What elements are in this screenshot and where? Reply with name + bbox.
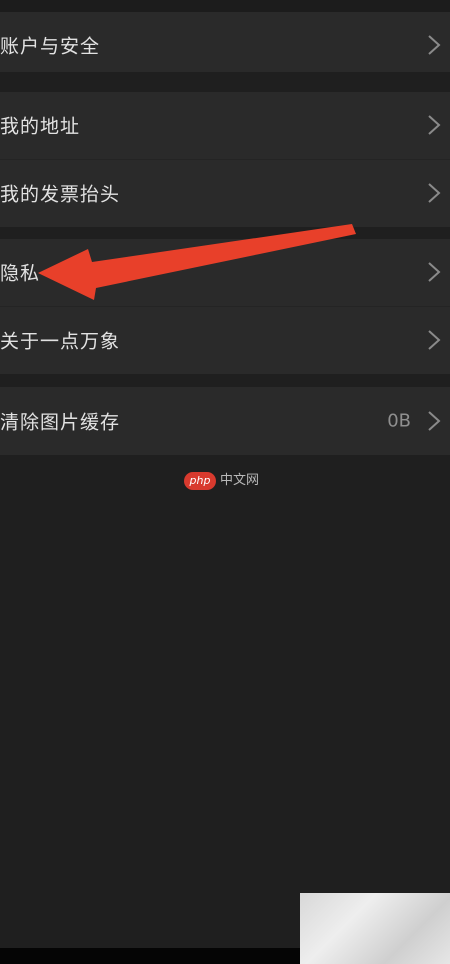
account-security-label: 账户与安全 [0, 35, 101, 58]
settings-group-account: 账户与安全 [0, 12, 450, 72]
top-strip [0, 0, 450, 12]
invoice-title-label: 我的发票抬头 [0, 183, 121, 206]
php-watermark: php 中文网 [184, 472, 274, 492]
about-label: 关于一点万象 [0, 330, 121, 353]
account-security-row[interactable]: 账户与安全 [0, 12, 450, 78]
settings-group-cache: 清除图片缓存 0B [0, 387, 450, 455]
chevron-right-icon [428, 35, 441, 55]
settings-group-addresses: 我的地址 我的发票抬头 [0, 92, 450, 227]
chevron-right-icon [428, 183, 441, 203]
invoice-title-row[interactable]: 我的发票抬头 [0, 160, 450, 226]
settings-group-about: 隐私 关于一点万象 [0, 239, 450, 374]
my-address-label: 我的地址 [0, 115, 81, 138]
watermark-badge: php [184, 472, 216, 490]
settings-screen: 账户与安全 我的地址 我的发票抬头 隐私 关于一点万象 清除图片缓存 0B ph… [0, 0, 450, 964]
chevron-right-icon [428, 330, 441, 350]
privacy-label: 隐私 [0, 262, 41, 285]
cache-size-value: 0B [387, 410, 411, 432]
about-row[interactable]: 关于一点万象 [0, 307, 450, 373]
privacy-row[interactable]: 隐私 [0, 239, 450, 305]
chevron-right-icon [428, 115, 441, 135]
bottom-strip [0, 948, 300, 964]
my-address-row[interactable]: 我的地址 [0, 92, 450, 158]
watermark-text: 中文网 [220, 473, 260, 488]
chevron-right-icon [428, 411, 441, 431]
clear-image-cache-label: 清除图片缓存 [0, 411, 121, 434]
clear-image-cache-row[interactable]: 清除图片缓存 0B [0, 388, 450, 454]
chevron-right-icon [428, 262, 441, 282]
blurred-corner-patch [300, 893, 450, 964]
